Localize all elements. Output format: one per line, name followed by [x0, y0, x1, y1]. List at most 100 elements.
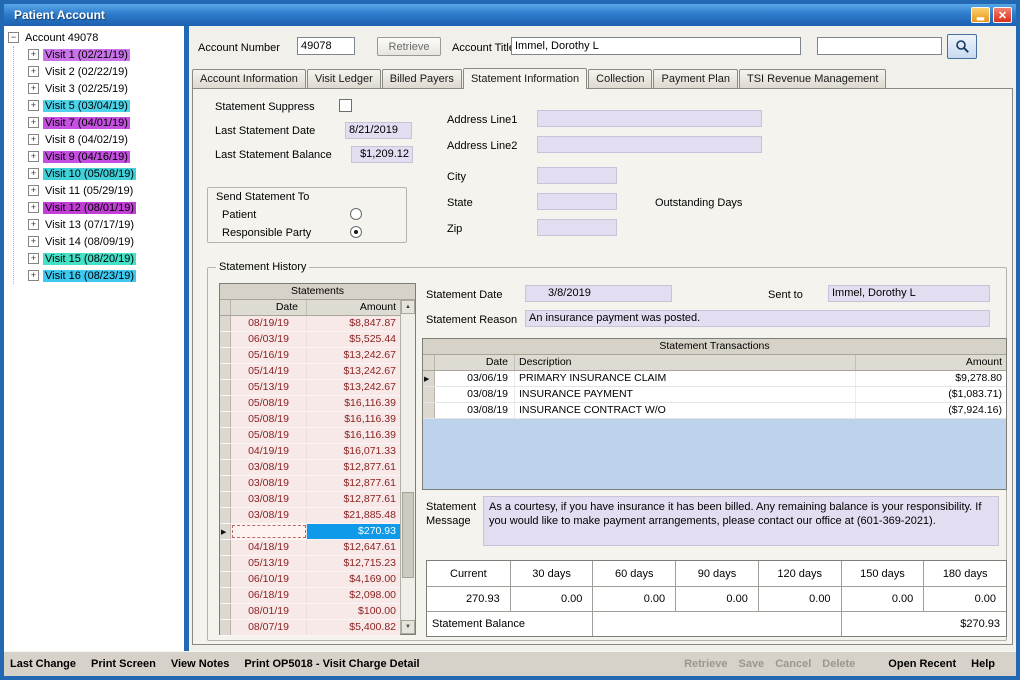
retrieve-button[interactable]: Retrieve: [377, 37, 441, 56]
tree-item-visit[interactable]: +Visit 12 (08/01/19): [14, 199, 182, 216]
statement-row[interactable]: 05/14/19$13,242.67: [220, 364, 400, 380]
expand-icon[interactable]: +: [28, 100, 39, 111]
expand-icon[interactable]: +: [28, 134, 39, 145]
account-title-input[interactable]: [511, 37, 801, 55]
statement-row[interactable]: 05/08/19$16,116.39: [220, 412, 400, 428]
tree-item-visit[interactable]: +Visit 15 (08/20/19): [14, 250, 182, 267]
tree-root-account[interactable]: − Account 49078: [6, 29, 182, 46]
send-to-patient-radio[interactable]: [350, 208, 362, 220]
statement-suppress-label: Statement Suppress: [215, 101, 315, 113]
tab-tsi-revenue-management[interactable]: TSI Revenue Management: [739, 69, 886, 88]
statements-amount-column-header[interactable]: Amount: [307, 300, 400, 315]
statements-scrollbar[interactable]: ▲ ▼: [400, 300, 415, 634]
tree-item-visit[interactable]: +Visit 3 (02/25/19): [14, 80, 182, 97]
statement-row[interactable]: 06/18/19$2,098.00: [220, 588, 400, 604]
tab-payment-plan[interactable]: Payment Plan: [653, 69, 737, 88]
statement-row[interactable]: $270.93: [220, 524, 400, 540]
row-gutter: [220, 588, 231, 603]
statements-date-column-header[interactable]: Date: [231, 300, 307, 315]
transactions-description-column-header[interactable]: Description: [515, 355, 856, 370]
zip-field[interactable]: [537, 219, 617, 236]
expand-icon[interactable]: +: [28, 219, 39, 230]
statement-row[interactable]: 05/13/19$13,242.67: [220, 380, 400, 396]
tab-visit-ledger[interactable]: Visit Ledger: [307, 69, 381, 88]
statement-row[interactable]: 03/08/19$12,877.61: [220, 460, 400, 476]
transactions-amount-column-header[interactable]: Amount: [856, 355, 1006, 370]
footer-view-notes[interactable]: View Notes: [171, 658, 230, 670]
expand-icon[interactable]: +: [28, 83, 39, 94]
expand-icon[interactable]: +: [28, 270, 39, 281]
transaction-row[interactable]: 03/08/19INSURANCE CONTRACT W/O($7,924.16…: [423, 403, 1006, 419]
statement-row[interactable]: 04/19/19$16,071.33: [220, 444, 400, 460]
statement-date-label: Statement Date: [426, 289, 502, 301]
expand-icon[interactable]: +: [28, 168, 39, 179]
tree-item-visit[interactable]: +Visit 16 (08/23/19): [14, 267, 182, 284]
expand-icon[interactable]: +: [28, 66, 39, 77]
expand-icon[interactable]: +: [28, 185, 39, 196]
tree-item-visit[interactable]: +Visit 5 (03/04/19): [14, 97, 182, 114]
tree-item-visit[interactable]: +Visit 1 (02/21/19): [14, 46, 182, 63]
statement-date-cell: 05/14/19: [231, 364, 307, 379]
tree-item-visit[interactable]: +Visit 11 (05/29/19): [14, 182, 182, 199]
footer-open-recent[interactable]: Open Recent: [888, 658, 956, 670]
statement-row[interactable]: 05/16/19$13,242.67: [220, 348, 400, 364]
account-search-input[interactable]: [817, 37, 942, 55]
tab-account-information[interactable]: Account Information: [192, 69, 306, 88]
expand-icon[interactable]: +: [28, 236, 39, 247]
tree-item-visit[interactable]: +Visit 8 (04/02/19): [14, 131, 182, 148]
footer-last-change[interactable]: Last Change: [10, 658, 76, 670]
transaction-row[interactable]: 03/06/19PRIMARY INSURANCE CLAIM$9,278.80: [423, 371, 1006, 387]
expand-icon[interactable]: +: [28, 151, 39, 162]
scrollbar-thumb[interactable]: [402, 492, 414, 578]
tab-collection[interactable]: Collection: [588, 69, 652, 88]
close-button[interactable]: ✕: [993, 7, 1012, 23]
statement-row[interactable]: 05/08/19$16,116.39: [220, 396, 400, 412]
statement-row[interactable]: 08/01/19$100.00: [220, 604, 400, 620]
statement-row[interactable]: 08/07/19$5,400.82: [220, 620, 400, 636]
statement-row[interactable]: 05/08/19$16,116.39: [220, 428, 400, 444]
statement-suppress-checkbox[interactable]: [339, 99, 352, 112]
expand-icon[interactable]: +: [28, 253, 39, 264]
statement-row[interactable]: 03/08/19$12,877.61: [220, 476, 400, 492]
statement-row[interactable]: 04/18/19$12,647.61: [220, 540, 400, 556]
statement-amount-cell: $16,116.39: [307, 396, 400, 411]
tree-item-visit[interactable]: +Visit 7 (04/01/19): [14, 114, 182, 131]
address-line1-field[interactable]: [537, 110, 762, 127]
statement-row[interactable]: 06/10/19$4,169.00: [220, 572, 400, 588]
footer-print-op5018-visit-charge-detail[interactable]: Print OP5018 - Visit Charge Detail: [244, 658, 419, 670]
expand-icon[interactable]: +: [28, 202, 39, 213]
footer-save-disabled: Save: [738, 658, 764, 670]
statement-transactions-title: Statement Transactions: [423, 339, 1006, 355]
statement-row[interactable]: 03/08/19$12,877.61: [220, 492, 400, 508]
send-to-responsible-party-radio[interactable]: [350, 226, 362, 238]
minimize-button[interactable]: ▂: [971, 7, 990, 23]
statement-row[interactable]: 08/19/19$8,847.87: [220, 316, 400, 332]
tree-item-visit[interactable]: +Visit 10 (05/08/19): [14, 165, 182, 182]
account-number-input[interactable]: [297, 37, 355, 55]
tab-statement-information[interactable]: Statement Information: [463, 68, 587, 89]
transaction-amount-cell: $9,278.80: [856, 371, 1006, 386]
statement-row[interactable]: 06/03/19$5,525.44: [220, 332, 400, 348]
search-button[interactable]: [947, 34, 977, 59]
scroll-up-icon[interactable]: ▲: [401, 300, 415, 314]
address-line2-field[interactable]: [537, 136, 762, 153]
footer-print-screen[interactable]: Print Screen: [91, 658, 156, 670]
tab-billed-payers[interactable]: Billed Payers: [382, 69, 462, 88]
state-field[interactable]: [537, 193, 617, 210]
transaction-row[interactable]: 03/08/19INSURANCE PAYMENT($1,083.71): [423, 387, 1006, 403]
transactions-date-column-header[interactable]: Date: [435, 355, 515, 370]
footer-help[interactable]: Help: [971, 658, 995, 670]
expand-icon[interactable]: +: [28, 49, 39, 60]
tree-item-visit[interactable]: +Visit 2 (02/22/19): [14, 63, 182, 80]
statement-row[interactable]: 03/08/19$21,885.48: [220, 508, 400, 524]
expand-icon[interactable]: +: [28, 117, 39, 128]
scroll-down-icon[interactable]: ▼: [401, 620, 415, 634]
collapse-icon[interactable]: −: [8, 32, 19, 43]
tree-item-visit[interactable]: +Visit 9 (04/16/19): [14, 148, 182, 165]
statement-row[interactable]: 05/13/19$12,715.23: [220, 556, 400, 572]
city-field[interactable]: [537, 167, 617, 184]
tree-item-visit[interactable]: +Visit 14 (08/09/19): [14, 233, 182, 250]
tree-item-visit[interactable]: +Visit 13 (07/17/19): [14, 216, 182, 233]
statement-date-cell: 03/08/19: [231, 508, 307, 523]
statement-amount-cell: $12,715.23: [307, 556, 400, 571]
